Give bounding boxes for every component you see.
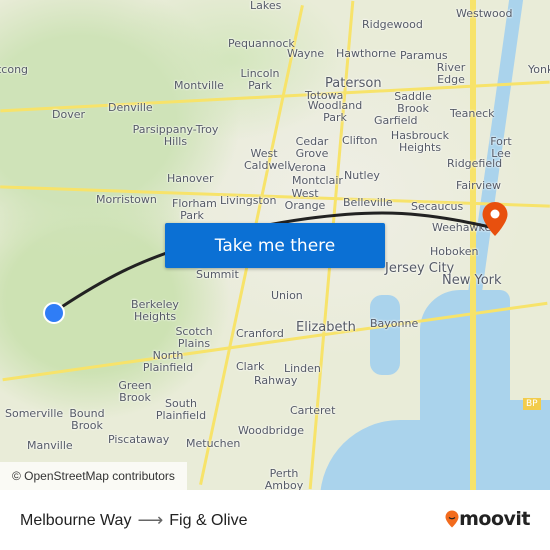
map-attribution[interactable]: © OpenStreetMap contributors	[0, 462, 187, 490]
arrow-right-icon: ⟶	[137, 510, 164, 530]
origin-marker[interactable]	[43, 302, 65, 324]
trip-summary: Melbourne Way ⟶ Fig & Olive	[20, 510, 248, 531]
brand-name: moovit	[459, 508, 530, 530]
destination-pin-icon[interactable]	[481, 201, 509, 237]
origin-name: Melbourne Way	[20, 511, 132, 529]
footer: Melbourne Way ⟶ Fig & Olive moovit	[0, 490, 550, 550]
moovit-pin-icon	[445, 510, 459, 528]
take-me-there-button[interactable]: Take me there	[165, 223, 385, 268]
moovit-logo[interactable]: moovit	[445, 508, 530, 530]
destination-name: Fig & Olive	[169, 511, 248, 529]
map[interactable]: Lakes Ridgewood Westwood Pequannock Wayn…	[0, 0, 550, 490]
